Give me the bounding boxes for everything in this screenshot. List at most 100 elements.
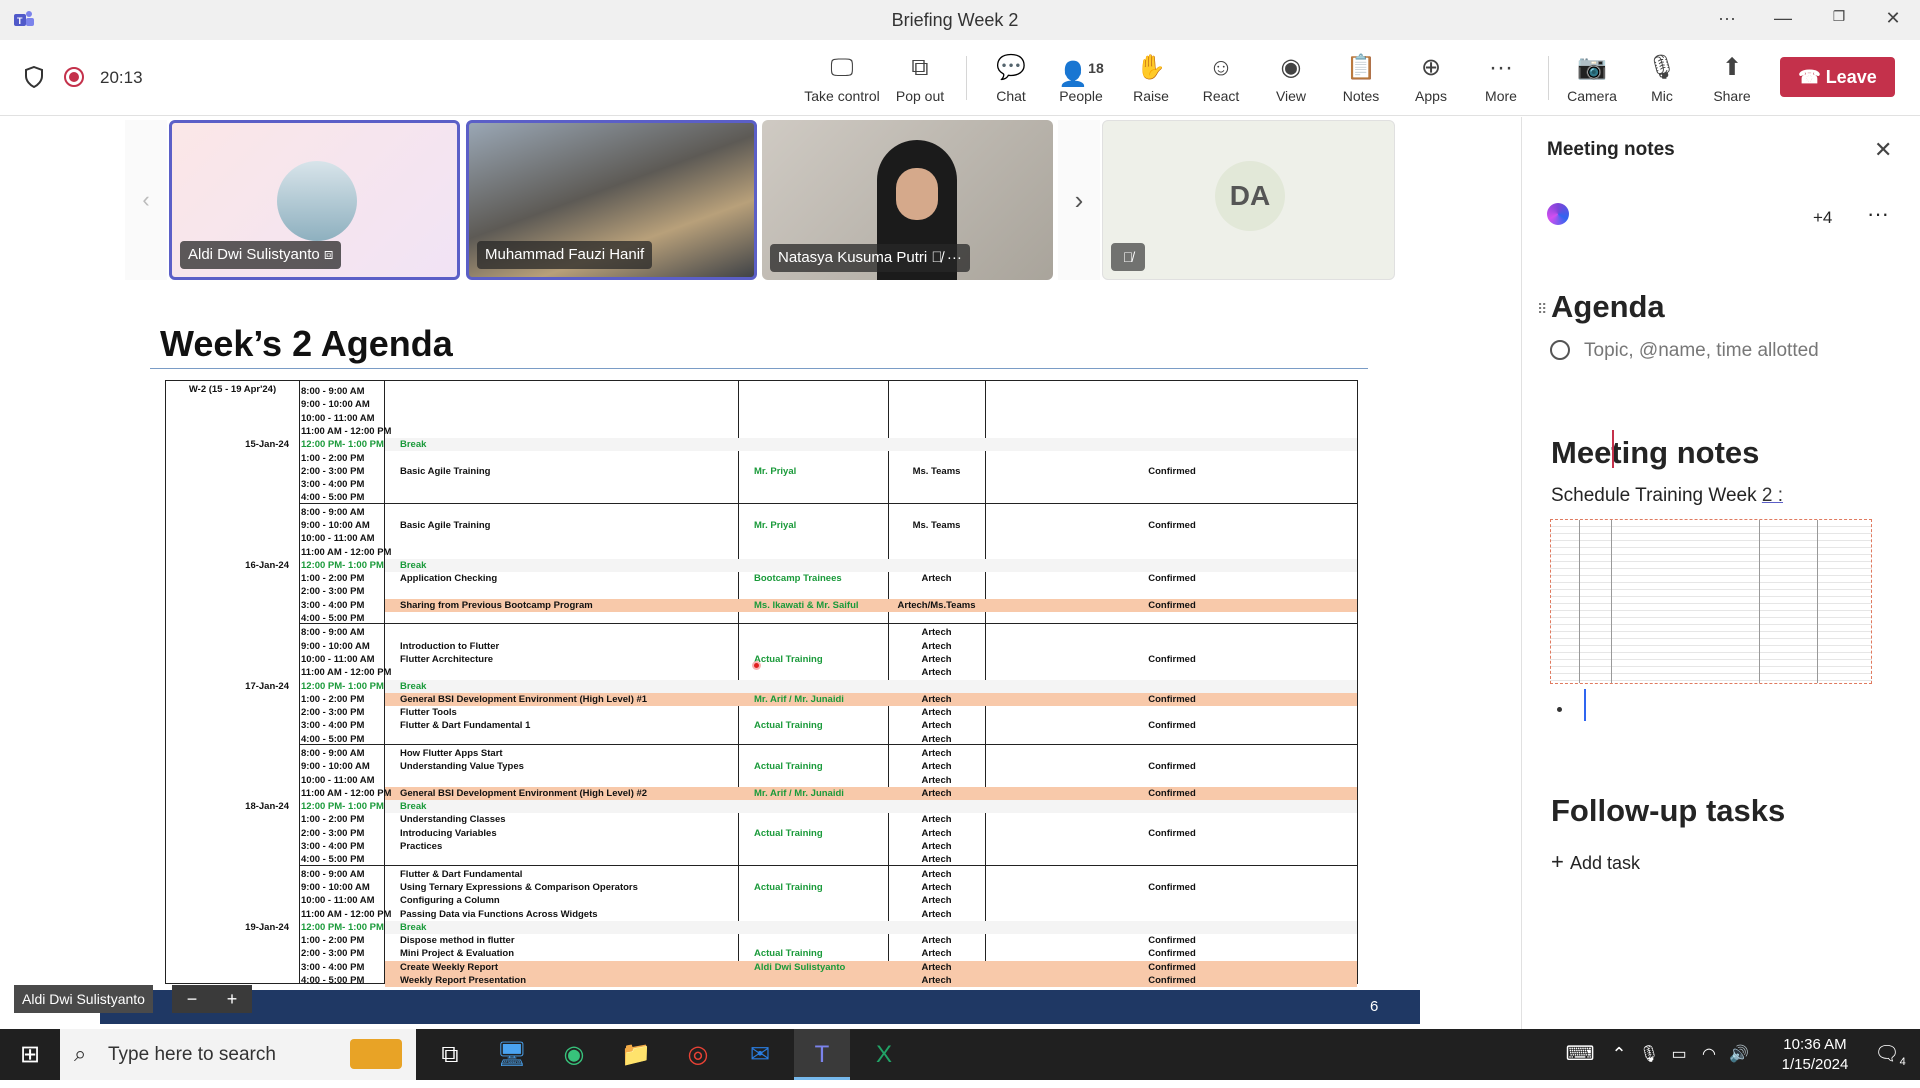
session-topic: Break bbox=[400, 559, 427, 571]
session-venue: Artech bbox=[921, 653, 952, 665]
drag-handle-icon[interactable]: ⠿ bbox=[1537, 301, 1547, 318]
time-slot: 2:00 - 3:00 PM bbox=[301, 948, 365, 960]
close-window-button[interactable]: ✕ bbox=[1878, 8, 1908, 32]
meeting-timer: 20:13 bbox=[100, 68, 143, 87]
participant-tile[interactable]: Aldi Dwi Sulistyanto ⧈ bbox=[169, 120, 460, 280]
excel-icon[interactable]: X bbox=[856, 1029, 912, 1080]
agenda-checkbox-icon[interactable] bbox=[1550, 340, 1570, 360]
people-icon: 👤18 bbox=[1058, 60, 1104, 88]
session-speaker: Actual Training bbox=[754, 948, 823, 960]
agenda-input[interactable]: Topic, @name, time allotted bbox=[1584, 340, 1819, 362]
clock[interactable]: 10:36 AM 1/15/2024 bbox=[1760, 1035, 1870, 1075]
time-slot: 2:00 - 3:00 PM bbox=[301, 465, 365, 477]
session-topic: Break bbox=[400, 801, 427, 813]
session-topic: Configuring a Column bbox=[400, 895, 500, 907]
battery-icon[interactable]: ▭ bbox=[1665, 1029, 1693, 1080]
time-slot: 12:00 PM- 1:00 PM bbox=[301, 559, 384, 571]
outlook-icon[interactable]: ✉ bbox=[732, 1029, 788, 1080]
close-icon[interactable]: ✕ bbox=[1874, 137, 1892, 163]
minimize-button[interactable]: — bbox=[1768, 8, 1798, 32]
react-button[interactable]: ☺ React bbox=[1181, 52, 1261, 104]
session-venue: Artech bbox=[921, 975, 952, 987]
participants-prev-button[interactable]: ‹ bbox=[125, 120, 167, 280]
mic-off-icon: 🎙 bbox=[1646, 54, 1678, 81]
session-topic: Mini Project & Evaluation bbox=[400, 948, 515, 960]
raise-hand-button[interactable]: ✋ Raise bbox=[1111, 52, 1191, 104]
pop-out-button[interactable]: ⧉ Pop out bbox=[880, 52, 960, 104]
view-icon: ◉ bbox=[1280, 54, 1302, 81]
remote-desktop-icon[interactable]: 🖥 bbox=[484, 1029, 540, 1080]
leave-button[interactable]: ☎ Leave bbox=[1780, 57, 1895, 97]
taskbar-search[interactable]: ⌕ Type here to search bbox=[60, 1029, 416, 1080]
notes-text[interactable]: Schedule Training Week 2 : bbox=[1551, 485, 1783, 507]
mic-off-icon: 🎙̸ bbox=[1111, 243, 1145, 271]
slide-footer: 6 bbox=[100, 990, 1420, 1024]
notes-heading: Meeting notes bbox=[1551, 435, 1760, 470]
time-slot: 11:00 AM - 12:00 PM bbox=[301, 546, 392, 558]
time-slot: 10:00 - 11:00 AM bbox=[301, 653, 375, 665]
restore-button[interactable]: ❐ bbox=[1824, 8, 1854, 32]
more-button[interactable]: ··· More bbox=[1461, 52, 1541, 104]
day-date: 17-Jan-24 bbox=[245, 680, 289, 692]
loop-icon bbox=[1547, 203, 1569, 225]
session-topic: Break bbox=[400, 921, 427, 933]
presenting-icon: ⧈ bbox=[323, 246, 334, 263]
session-speaker: Mr. Arif / Mr. Junaidi bbox=[754, 693, 844, 705]
more-options-icon[interactable]: ··· bbox=[1712, 8, 1742, 32]
chrome-icon[interactable]: ◎ bbox=[670, 1029, 726, 1080]
show-hidden-icons[interactable]: ⌃ bbox=[1605, 1029, 1633, 1080]
participant-face bbox=[896, 168, 938, 220]
add-task-button[interactable]: + Add task bbox=[1551, 849, 1640, 875]
zoom-out-button[interactable]: − bbox=[172, 985, 212, 1013]
session-topic: Flutter Tools bbox=[400, 707, 457, 719]
participant-tile[interactable]: Natasya Kusuma Putri 🎙̸ ··· bbox=[762, 120, 1053, 280]
session-venue: Artech bbox=[921, 747, 952, 759]
task-view-icon[interactable]: ⧉ bbox=[422, 1029, 478, 1080]
volume-icon[interactable]: 🔊 bbox=[1725, 1029, 1753, 1080]
keyboard-icon[interactable]: ⌨ bbox=[1552, 1029, 1608, 1080]
notification-count: 4 bbox=[1899, 1056, 1906, 1068]
session-venue: Artech bbox=[921, 761, 952, 773]
teams-icon[interactable]: T bbox=[794, 1029, 850, 1080]
notes-link[interactable]: 2 : bbox=[1762, 485, 1783, 506]
participant-tile[interactable]: DA 🎙̸ bbox=[1102, 120, 1395, 280]
notes-button[interactable]: 📋 Notes bbox=[1321, 52, 1401, 125]
time-slot: 10:00 - 11:00 AM bbox=[301, 533, 375, 545]
time-slot: 2:00 - 3:00 PM bbox=[301, 707, 365, 719]
camera-off-icon: 📷 bbox=[1577, 54, 1607, 81]
zoom-in-button[interactable]: + bbox=[212, 985, 252, 1013]
more-options-icon[interactable]: ··· bbox=[947, 249, 962, 266]
phone-hangup-icon: ☎ bbox=[1798, 67, 1826, 87]
pasted-schedule-image[interactable] bbox=[1550, 519, 1872, 684]
session-venue: Artech bbox=[921, 720, 952, 732]
windows-start-icon[interactable]: ⊞ bbox=[2, 1029, 58, 1080]
share-button[interactable]: ⬆ Share bbox=[1692, 52, 1772, 104]
toolbar-divider bbox=[966, 56, 967, 100]
text-cursor bbox=[1584, 689, 1586, 721]
mic-tray-icon[interactable]: 🎙 bbox=[1635, 1029, 1663, 1080]
mic-button[interactable]: 🎙 Mic bbox=[1622, 52, 1702, 104]
edge-icon[interactable]: ◉ bbox=[546, 1029, 602, 1080]
file-explorer-icon[interactable]: 📁 bbox=[608, 1029, 664, 1080]
session-venue: Artech bbox=[921, 707, 952, 719]
take-control-button[interactable]: 🖵 Take control bbox=[802, 52, 882, 104]
time-slot: 9:00 - 10:00 AM bbox=[301, 881, 370, 893]
collaborators-count[interactable]: +4 bbox=[1813, 208, 1832, 228]
bullet-point[interactable] bbox=[1557, 707, 1562, 712]
camera-button[interactable]: 📷 Camera bbox=[1552, 52, 1632, 104]
apps-button[interactable]: ⊕ Apps bbox=[1391, 52, 1471, 104]
more-options-icon[interactable]: ··· bbox=[1867, 201, 1889, 227]
participants-next-button[interactable]: › bbox=[1058, 120, 1100, 280]
session-status: Confirmed bbox=[1148, 653, 1196, 665]
session-topic: Basic Agile Training bbox=[400, 519, 491, 531]
people-button[interactable]: 👤18 People bbox=[1041, 52, 1121, 104]
wifi-icon[interactable]: ◠ bbox=[1695, 1029, 1723, 1080]
notifications-icon[interactable]: 🗨4 bbox=[1862, 1029, 1918, 1080]
chat-button[interactable]: 💬 Chat bbox=[971, 52, 1051, 104]
view-button[interactable]: ◉ View bbox=[1251, 52, 1331, 104]
shield-icon[interactable] bbox=[24, 65, 44, 89]
time-slot: 9:00 - 10:00 AM bbox=[301, 399, 370, 411]
mic-off-icon: 🎙̸ bbox=[931, 249, 943, 266]
session-topic: Understanding Classes bbox=[400, 814, 506, 826]
participant-tile[interactable]: Muhammad Fauzi Hanif bbox=[466, 120, 757, 280]
